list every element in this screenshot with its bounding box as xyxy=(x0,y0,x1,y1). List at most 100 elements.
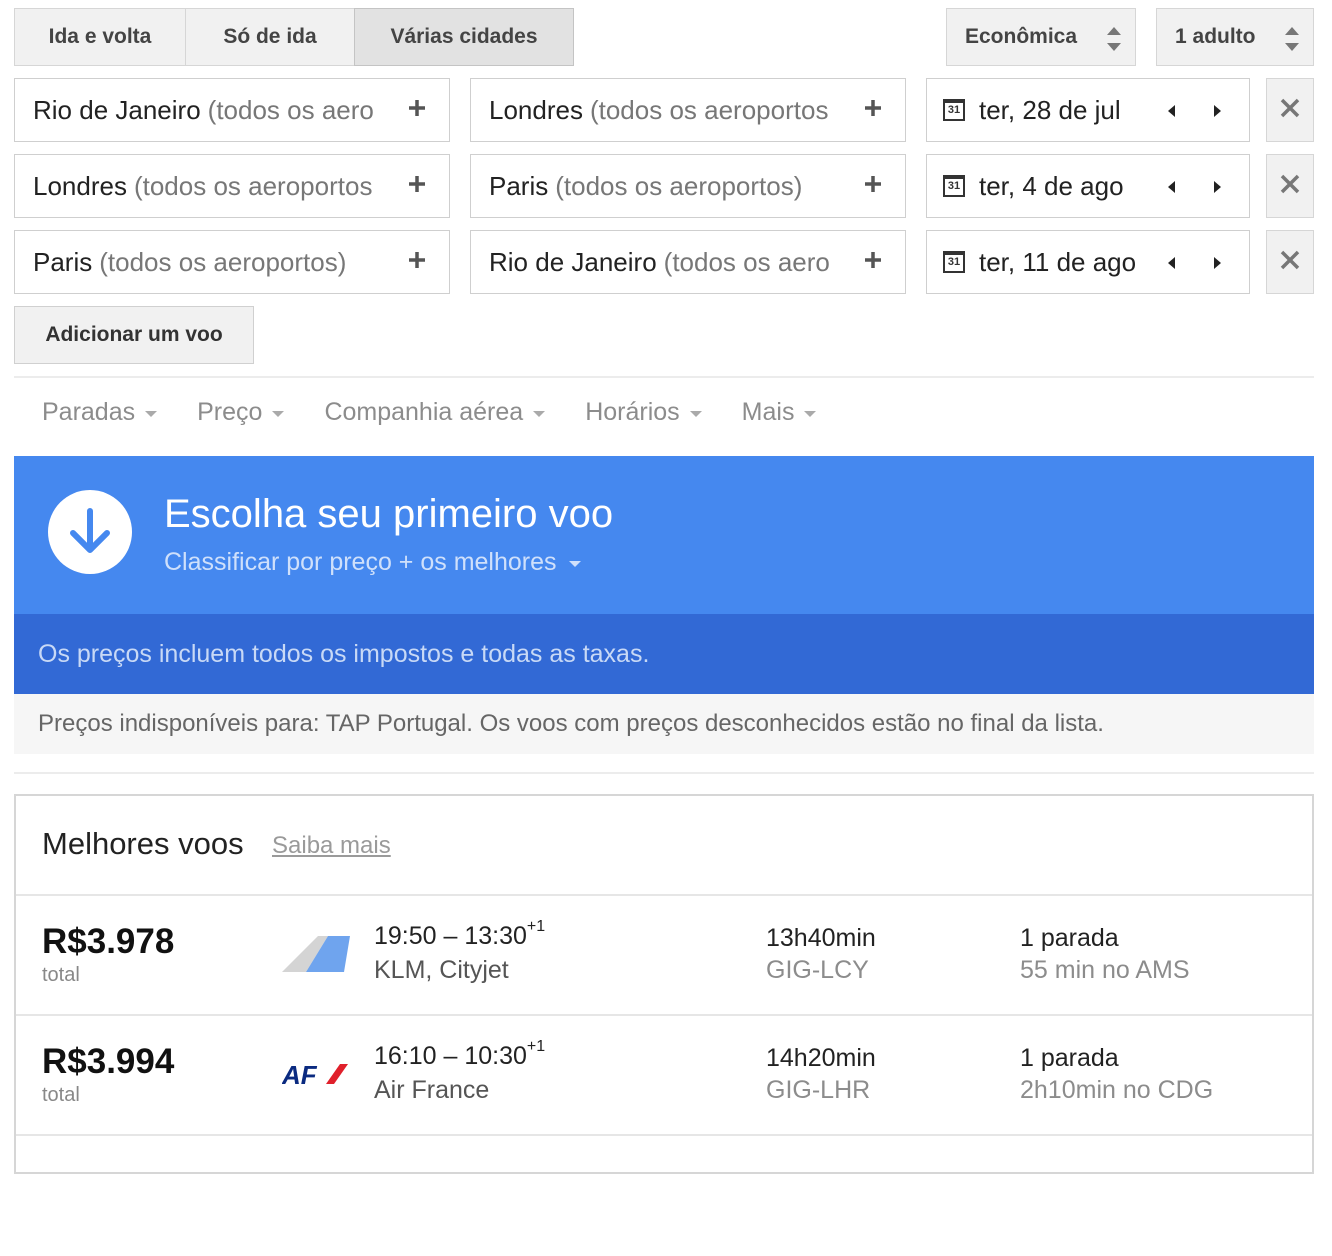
add-airport-plus-icon[interactable] xyxy=(397,174,427,194)
air-france-logo-icon: AF xyxy=(281,1052,352,1098)
origin-airports-hint: (todos os aeroportos xyxy=(133,170,373,201)
caret-down-icon xyxy=(804,410,817,417)
previous-date-arrow-icon[interactable] xyxy=(1168,257,1175,269)
flight-route: GIG-LHR xyxy=(766,1076,871,1104)
filter-stops[interactable]: Paradas xyxy=(42,398,158,427)
klm-cityjet-logo-icon xyxy=(282,932,352,978)
destination-field[interactable]: Paris (todos os aeroportos) xyxy=(470,154,906,218)
passengers-select[interactable]: 1 adulto xyxy=(1156,8,1314,66)
calendar-icon: 31 xyxy=(943,99,965,121)
origin-city: Rio de Janeiro xyxy=(33,94,201,125)
destination-airports-hint: (todos os aeroportos xyxy=(589,94,829,125)
flight-times: 19:50 – 13:30+1 xyxy=(374,918,546,950)
destination-city: Rio de Janeiro xyxy=(489,246,657,277)
origin-city: Londres xyxy=(33,170,127,201)
origin-airports-hint: (todos os aeroportos) xyxy=(99,246,347,277)
airline-name: Air France xyxy=(374,1076,490,1104)
filter-airline[interactable]: Companhia aérea xyxy=(324,398,546,427)
add-airport-plus-icon[interactable] xyxy=(397,98,427,118)
destination-field[interactable]: Londres (todos os aeroportos xyxy=(470,78,906,142)
flight-stops: 1 parada xyxy=(1020,924,1119,952)
filter-label: Paradas xyxy=(42,398,136,426)
close-icon xyxy=(1279,249,1301,276)
date-field[interactable]: 31 ter, 4 de ago xyxy=(926,154,1250,218)
layover-info: 55 min no AMS xyxy=(1020,956,1190,984)
add-flight-button[interactable]: Adicionar um voo xyxy=(14,306,254,364)
passengers-value: 1 adulto xyxy=(1175,25,1256,48)
remove-leg-button[interactable] xyxy=(1266,154,1314,218)
remove-leg-button[interactable] xyxy=(1266,78,1314,142)
destination-airports-hint: (todos os aero xyxy=(663,246,830,277)
layover-info: 2h10min no CDG xyxy=(1020,1076,1214,1104)
arrow-down-circle-icon xyxy=(48,490,132,574)
previous-date-arrow-icon[interactable] xyxy=(1168,181,1175,193)
origin-airports-hint: (todos os aero xyxy=(207,94,374,125)
flight-price: R$3.994 xyxy=(42,1042,175,1081)
previous-date-arrow-icon[interactable] xyxy=(1168,105,1175,117)
flight-stops: 1 parada xyxy=(1020,1044,1119,1072)
date-value: ter, 4 de ago xyxy=(979,170,1124,201)
flight-price: R$3.978 xyxy=(42,922,175,961)
price-note: total xyxy=(42,964,80,986)
origin-field[interactable]: Londres (todos os aeroportos xyxy=(14,154,450,218)
destination-field[interactable]: Rio de Janeiro (todos os aero xyxy=(470,230,906,294)
origin-city: Paris xyxy=(33,246,93,277)
cabin-class-value: Econômica xyxy=(965,25,1078,48)
trip-type-one-way[interactable]: Só de ida xyxy=(185,8,355,66)
svg-text:AF: AF xyxy=(282,1060,318,1090)
filter-label: Companhia aérea xyxy=(324,398,524,426)
airline-name: KLM, Cityjet xyxy=(374,956,509,984)
add-airport-plus-icon[interactable] xyxy=(397,250,427,270)
divider xyxy=(14,772,1314,774)
filter-label: Preço xyxy=(197,398,263,426)
flight-route: GIG-LCY xyxy=(766,956,869,984)
destination-airports-hint: (todos os aeroportos) xyxy=(555,170,803,201)
date-value: ter, 28 de jul xyxy=(979,94,1121,125)
calendar-icon: 31 xyxy=(943,175,965,197)
filter-label: Horários xyxy=(585,398,680,426)
next-date-arrow-icon[interactable] xyxy=(1214,105,1221,117)
flight-row[interactable]: R$3.994 total AF 16:10 – 10:30+1 Air Fra… xyxy=(16,1014,1312,1136)
next-date-arrow-icon[interactable] xyxy=(1214,257,1221,269)
destination-city: Paris xyxy=(489,170,549,201)
date-field[interactable]: 31 ter, 28 de jul xyxy=(926,78,1250,142)
filter-times[interactable]: Horários xyxy=(585,398,702,427)
date-value: ter, 11 de ago xyxy=(979,246,1137,277)
banner-title: Escolha seu primeiro voo xyxy=(164,492,614,536)
caret-down-icon xyxy=(272,410,285,417)
caret-down-icon xyxy=(568,560,581,567)
sort-dropdown[interactable]: Classificar por preço + os melhores xyxy=(164,548,581,577)
add-airport-plus-icon[interactable] xyxy=(853,174,883,194)
flight-times: 16:10 – 10:30+1 xyxy=(374,1038,546,1070)
flight-row[interactable] xyxy=(16,1134,1312,1256)
caret-down-icon xyxy=(689,410,702,417)
close-icon xyxy=(1279,173,1301,200)
results-title: Melhores voos xyxy=(42,826,244,861)
flight-row[interactable]: R$3.978 total 19:50 – 13:30+1 KLM, Cityj… xyxy=(16,894,1312,1016)
cabin-class-select[interactable]: Econômica xyxy=(946,8,1136,66)
close-icon xyxy=(1279,97,1301,124)
origin-field[interactable]: Paris (todos os aeroportos) xyxy=(14,230,450,294)
select-arrows-icon xyxy=(1285,27,1299,51)
destination-city: Londres xyxy=(489,94,583,125)
origin-field[interactable]: Rio de Janeiro (todos os aero xyxy=(14,78,450,142)
add-airport-plus-icon[interactable] xyxy=(853,98,883,118)
choose-flight-banner: Escolha seu primeiro voo Classificar por… xyxy=(14,456,1314,614)
filter-more[interactable]: Mais xyxy=(742,398,817,427)
filter-price[interactable]: Preço xyxy=(197,398,285,427)
trip-type-round-trip[interactable]: Ida e volta xyxy=(14,8,186,66)
best-flights-panel: Melhores voos Saiba mais R$3.978 total 1… xyxy=(14,794,1314,1174)
date-field[interactable]: 31 ter, 11 de ago xyxy=(926,230,1250,294)
filter-label: Mais xyxy=(741,398,795,426)
next-date-arrow-icon[interactable] xyxy=(1214,181,1221,193)
price-note: total xyxy=(42,1084,80,1106)
select-arrows-icon xyxy=(1107,27,1121,51)
trip-type-multi-city[interactable]: Várias cidades xyxy=(354,8,574,66)
add-airport-plus-icon[interactable] xyxy=(853,250,883,270)
learn-more-link[interactable]: Saiba mais xyxy=(272,832,391,860)
filter-bar: Paradas Preço Companhia aérea Horários M… xyxy=(42,398,856,427)
price-notice: Preços indisponíveis para: TAP Portugal.… xyxy=(14,694,1314,754)
remove-leg-button[interactable] xyxy=(1266,230,1314,294)
calendar-icon: 31 xyxy=(943,251,965,273)
flight-duration: 14h20min xyxy=(766,1044,876,1072)
